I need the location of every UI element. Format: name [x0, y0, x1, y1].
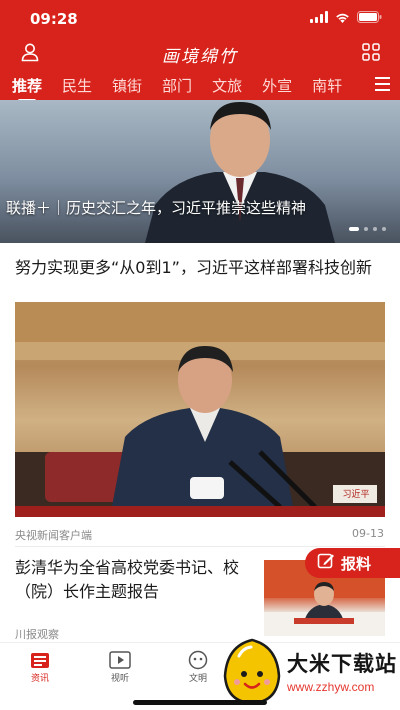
carousel-dot — [382, 227, 386, 231]
edit-icon — [317, 552, 335, 574]
tab-towns[interactable]: 镇街 — [112, 75, 142, 96]
tab-recommend[interactable]: 推荐 — [12, 75, 42, 102]
tab-livelihood[interactable]: 民生 — [62, 75, 92, 96]
article-title[interactable]: 努力实现更多“从0到1”，习近平这样部署科技创新 — [15, 256, 387, 280]
nav-video[interactable]: 视听 — [90, 649, 150, 684]
tab-departments[interactable]: 部门 — [162, 75, 192, 96]
article-source: 川报观察 — [15, 628, 59, 641]
status-bar: 09:28 — [0, 0, 400, 38]
carousel-dot — [373, 227, 377, 231]
carousel-dot — [349, 227, 359, 231]
channel-menu-icon[interactable] — [375, 77, 390, 95]
signal-icon — [310, 11, 328, 23]
name-placard: 习近平 — [342, 490, 370, 500]
tab-nanxuan[interactable]: 南轩 — [312, 75, 342, 96]
app-screen: 09:28 画境绵竹 推荐 民生 镇街 部门 文旅 外宣 南轩 联播＋｜历史交汇… — [0, 0, 400, 710]
watermark-text: 大米下载站 — [287, 652, 397, 676]
nav-news-label: 资讯 — [30, 674, 49, 684]
wifi-icon — [335, 12, 350, 23]
watermark-url: www.zzhyw.com — [287, 680, 375, 694]
tab-external-publicity[interactable]: 外宣 — [262, 75, 292, 96]
battery-icon — [357, 11, 382, 23]
article-date: 09-13 — [352, 527, 384, 540]
article-title[interactable]: 彭清华为全省高校党委书记、校（院）长作主题报告 — [15, 556, 255, 604]
site-watermark: 大米下载站 www.zzhyw.com — [215, 636, 400, 706]
video-icon — [90, 649, 150, 671]
home-indicator[interactable] — [133, 700, 267, 705]
article-image[interactable]: 习近平 — [15, 302, 385, 517]
report-label: 报料 — [341, 554, 372, 573]
article-photo — [15, 302, 385, 517]
carousel-dot — [364, 227, 368, 231]
status-time: 09:28 — [30, 10, 78, 28]
report-tip-button[interactable]: 报料 — [305, 548, 400, 578]
status-icons — [310, 11, 382, 23]
article-source: 央视新闻客户端 — [15, 529, 92, 542]
nav-news[interactable]: 资讯 — [10, 649, 70, 684]
brand-logo-text: 画境绵竹 — [162, 47, 238, 67]
banner-photo — [145, 102, 335, 243]
banner-caption: 联播＋｜历史交汇之年，习近平推崇这些精神 — [6, 199, 307, 217]
app-grid-icon[interactable] — [362, 43, 380, 65]
tab-culture-tourism[interactable]: 文旅 — [212, 75, 242, 96]
carousel-indicator — [349, 227, 386, 231]
app-header: 09:28 画境绵竹 推荐 民生 镇街 部门 文旅 外宣 南轩 — [0, 0, 400, 102]
top-bar: 画境绵竹 — [0, 38, 400, 68]
headline-carousel[interactable]: 联播＋｜历史交汇之年，习近平推崇这些精神 — [0, 100, 400, 243]
divider — [15, 546, 385, 547]
nav-video-label: 视听 — [110, 674, 129, 684]
channel-tabs: 推荐 民生 镇街 部门 文旅 外宣 南轩 — [0, 70, 400, 102]
news-icon — [10, 649, 70, 671]
rice-mascot-logo — [223, 638, 281, 705]
